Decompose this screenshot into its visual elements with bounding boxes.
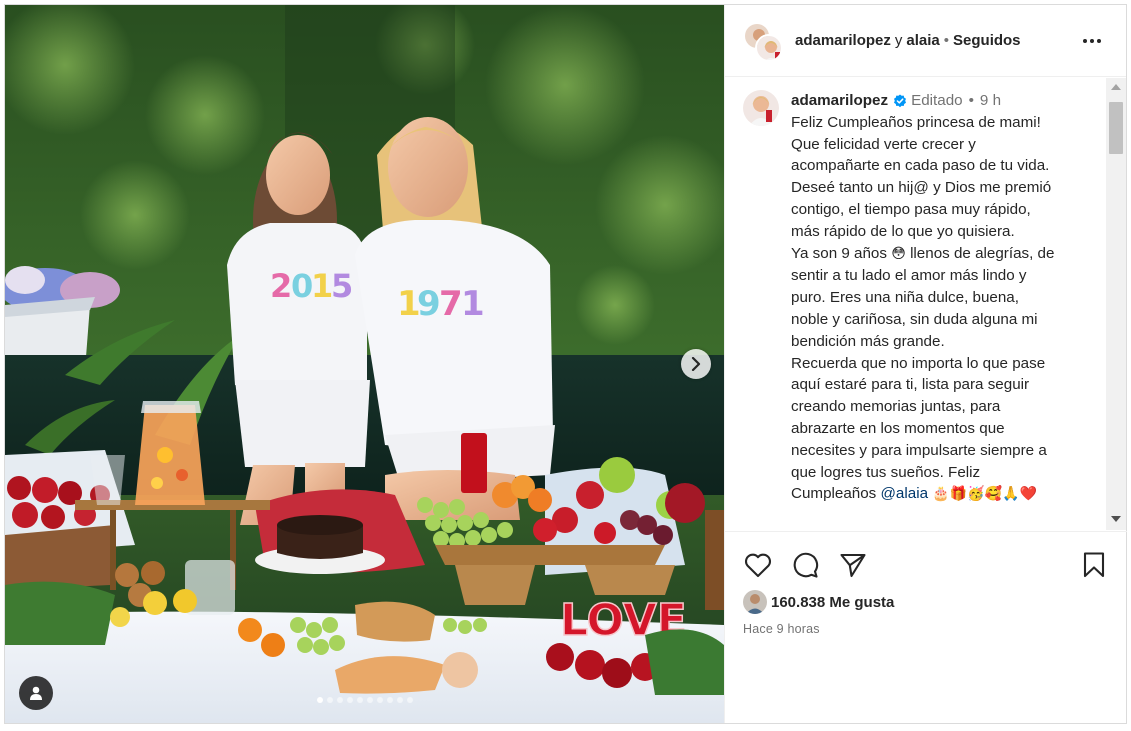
svg-text:5: 5: [331, 267, 353, 305]
caption-line: Recuerda que no importa lo que pase: [791, 354, 1046, 372]
mention-link[interactable]: @alaia: [881, 485, 929, 502]
more-options-icon: [1083, 39, 1101, 43]
caption: adamarilopez Editado • 9 h Feliz Cumplea…: [743, 90, 1103, 506]
post-actions: 160.838 Me gusta Hace 9 horas: [725, 531, 1127, 723]
caption-emoji: 🎁: [949, 486, 968, 503]
carousel-dot: [376, 697, 383, 703]
carousel-dot: [356, 697, 363, 703]
likes-summary[interactable]: 160.838 Me gusta: [743, 590, 894, 614]
caption-line: aquí estaré para ti, lista para seguir: [791, 376, 1030, 394]
share-button[interactable]: [838, 550, 868, 580]
following-button[interactable]: Seguidos: [953, 32, 1021, 49]
scroll-thumb[interactable]: [1109, 102, 1123, 154]
caption-emoji: 🥰: [984, 486, 1003, 503]
post-modal: 2 0 1 5 1 9 7 1 LOVE adamarilopez y alai…: [4, 4, 1127, 724]
avatar: [743, 590, 767, 614]
avatar[interactable]: [755, 33, 783, 62]
comment-button[interactable]: [790, 550, 820, 580]
caption-line: que logres tus sueños. Feliz: [791, 463, 981, 481]
caption-line: sentir a tu lado el amor más lindo y: [791, 267, 1027, 285]
carousel-dot: [326, 697, 333, 703]
caption-line: más rápido de lo que yo quisiera.: [791, 222, 1015, 240]
caption-line: acompañarte en cada paso de tu vida.: [791, 157, 1050, 175]
save-button[interactable]: [1079, 550, 1109, 580]
likes-count[interactable]: 160.838 Me gusta: [771, 594, 894, 611]
carousel-dot: [406, 697, 413, 703]
caption-time[interactable]: 9 h: [980, 90, 1001, 112]
carousel-dot: [316, 697, 323, 703]
verified-badge-icon: [894, 94, 907, 108]
svg-text:9: 9: [417, 284, 441, 324]
carousel-dot: [396, 697, 403, 703]
caption-line: noble y cariñosa, sin duda alguna mi: [791, 310, 1038, 328]
post-side-panel: adamarilopez y alaia • Seguidos adamaril…: [724, 5, 1127, 723]
caption-line: Cumpleaños @alaia 🎂🎁🥳🥰🙏❤️: [791, 483, 1091, 506]
comments-area[interactable]: adamarilopez Editado • 9 h Feliz Cumplea…: [725, 78, 1125, 530]
svg-text:7: 7: [439, 284, 463, 324]
carousel-dot: [346, 697, 353, 703]
next-arrow-icon: [691, 357, 701, 371]
carousel-indicator: [5, 697, 724, 703]
header-collaborator-link[interactable]: alaia: [906, 32, 939, 49]
header-conjunction: y: [894, 32, 903, 49]
svg-text:0: 0: [291, 267, 313, 305]
edited-label: Editado: [911, 92, 963, 109]
header-username-link[interactable]: adamarilopez: [795, 32, 891, 49]
scroll-down-arrow[interactable]: [1111, 516, 1121, 522]
caption-line: Ya son 9 años 😳 llenos de alegrías, de: [791, 243, 1091, 266]
heart-icon: [744, 553, 772, 578]
carousel-dot: [336, 697, 343, 703]
caption-username-link[interactable]: adamarilopez: [791, 90, 888, 112]
caption-emoji: 🥳: [967, 486, 985, 503]
caption-separator: •: [968, 92, 974, 109]
scroll-up-arrow[interactable]: [1111, 84, 1121, 90]
caption-emoji: ❤️: [1019, 486, 1037, 503]
caption-line: bendición más grande.: [791, 332, 945, 350]
post-media[interactable]: 2 0 1 5 1 9 7 1 LOVE: [5, 5, 724, 723]
caption-text: Ya son 9 años: [791, 244, 887, 262]
caption-emoji: 🙏: [1002, 486, 1020, 503]
caption-line: contigo, el tiempo pasa muy rápido,: [791, 200, 1031, 218]
caption-line: puro. Eres una niña dulce, buena,: [791, 289, 1019, 307]
avatar[interactable]: [743, 90, 779, 126]
flushed-emoji: 😳: [891, 245, 906, 262]
caption-line: necesites y para impulsarte siempre a: [791, 441, 1047, 459]
carousel-dot: [386, 697, 393, 703]
post-timestamp[interactable]: Hace 9 horas: [743, 622, 820, 636]
caption-text: llenos de alegrías, de: [910, 244, 1055, 262]
caption-text: Cumpleaños: [791, 485, 877, 503]
post-photo: 2 0 1 5 1 9 7 1 LOVE: [5, 5, 724, 723]
caption-emoji: 🎂: [932, 486, 950, 503]
caption-line: Feliz Cumpleaños princesa de mami!: [791, 113, 1041, 131]
post-header: adamarilopez y alaia • Seguidos: [725, 5, 1126, 77]
collab-avatars[interactable]: [743, 20, 783, 62]
svg-text:1: 1: [311, 267, 333, 305]
caption-line: Deseé tanto un hij@ y Dios me premió: [791, 179, 1052, 197]
caption-line: Que felicidad verte crecer y: [791, 135, 976, 153]
comments-scrollbar[interactable]: [1106, 78, 1126, 530]
carousel-dot: [366, 697, 373, 703]
comment-icon: [793, 552, 819, 578]
bookmark-icon: [1083, 552, 1105, 578]
share-icon: [840, 553, 866, 578]
header-separator: •: [943, 32, 950, 49]
svg-text:1: 1: [461, 284, 485, 324]
more-options-button[interactable]: [1080, 31, 1104, 51]
user-tags-button[interactable]: [19, 676, 53, 710]
caption-line: creando memorias juntas, para: [791, 398, 1001, 416]
like-button[interactable]: [743, 550, 773, 580]
caption-line: abrazarte en los momentos que: [791, 419, 1005, 437]
shirt-left-text: 2: [270, 267, 292, 305]
carousel-next-button[interactable]: [681, 349, 711, 379]
